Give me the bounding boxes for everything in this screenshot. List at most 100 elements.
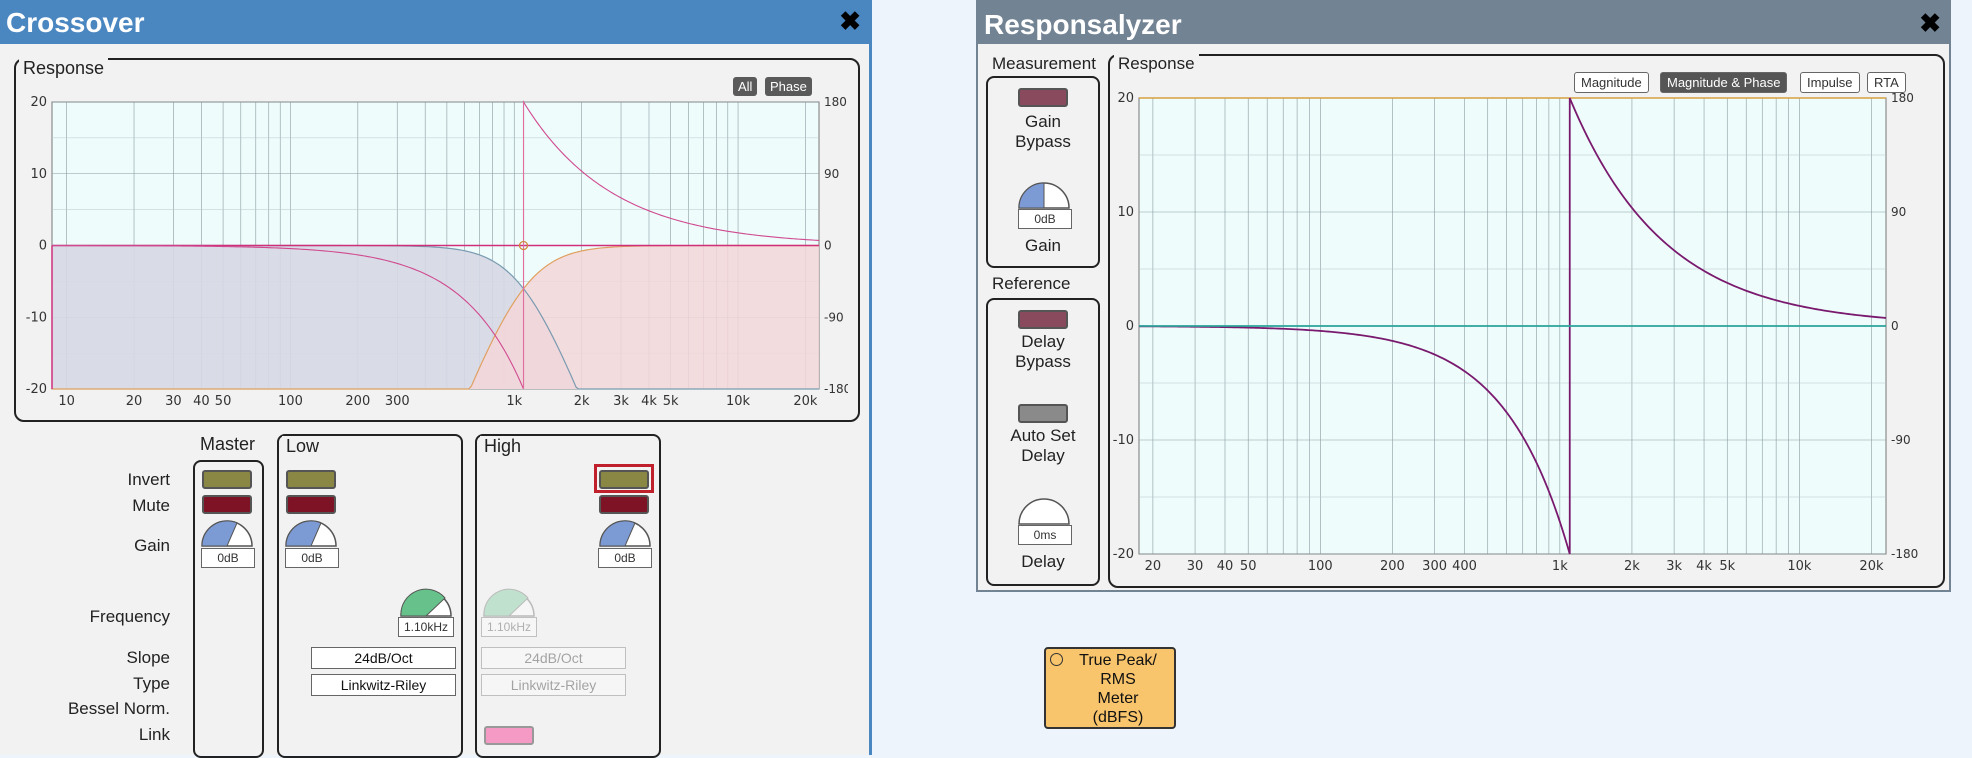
y-tick-label-right: 90 bbox=[1891, 205, 1906, 219]
gain-label: Gain bbox=[134, 536, 170, 555]
low-slope-select[interactable]: 24dB/Oct bbox=[311, 647, 456, 669]
x-tick-label: 40 bbox=[1217, 559, 1234, 574]
x-tick-label: 1k bbox=[1552, 559, 1568, 574]
crossover-title: Crossover bbox=[6, 7, 145, 38]
x-tick-label: 10 bbox=[58, 394, 75, 409]
y-tick-label-left: 10 bbox=[30, 167, 47, 182]
meter-port-icon[interactable] bbox=[1050, 653, 1063, 666]
master-mute-toggle[interactable] bbox=[202, 495, 252, 514]
low-mute-toggle[interactable] bbox=[286, 495, 336, 514]
high-frequency-knob[interactable] bbox=[481, 588, 537, 618]
close-icon[interactable]: ✖ bbox=[839, 8, 861, 34]
y-tick-label-left: -10 bbox=[26, 310, 47, 325]
responsalyzer-window: Responsalyzer ✖ Measurement Gain Bypass … bbox=[976, 0, 1951, 592]
high-gain-value: 0dB bbox=[598, 548, 652, 568]
master-label: Master bbox=[196, 434, 260, 455]
gain-bypass-label: Gain Bypass bbox=[1015, 112, 1071, 151]
y-tick-label-right: 90 bbox=[824, 167, 839, 181]
y-tick-label-left: -20 bbox=[1113, 547, 1134, 562]
true-peak-meter-block[interactable]: True Peak/ RMS Meter (dBFS) bbox=[1044, 647, 1176, 729]
low-frequency-value: 1.10kHz bbox=[398, 617, 454, 637]
x-tick-label: 2k bbox=[1624, 559, 1640, 574]
x-tick-label: 100 bbox=[278, 394, 303, 409]
high-mute-toggle[interactable] bbox=[599, 495, 649, 514]
low-gain-value: 0dB bbox=[285, 548, 339, 568]
y-tick-label-left: 20 bbox=[1117, 91, 1134, 106]
x-tick-label: 400 bbox=[1452, 559, 1477, 574]
invert-label: Invert bbox=[127, 470, 170, 489]
high-type-select[interactable]: Linkwitz-Riley bbox=[481, 674, 626, 696]
low-gain-knob[interactable] bbox=[283, 518, 339, 548]
low-frequency-knob[interactable] bbox=[398, 588, 454, 618]
x-tick-label: 20 bbox=[1145, 559, 1162, 574]
x-tick-label: 20k bbox=[1859, 559, 1884, 574]
x-tick-label: 30 bbox=[1187, 559, 1204, 574]
x-tick-label: 50 bbox=[215, 394, 232, 409]
responsalyzer-titlebar[interactable]: Responsalyzer ✖ bbox=[978, 2, 1949, 44]
high-frequency-value: 1.10kHz bbox=[481, 617, 537, 637]
high-invert-toggle[interactable] bbox=[599, 470, 649, 489]
x-tick-label: 3k bbox=[1666, 559, 1682, 574]
x-tick-label: 200 bbox=[1380, 559, 1405, 574]
high-slope-select[interactable]: 24dB/Oct bbox=[481, 647, 626, 669]
gain-knob[interactable] bbox=[1016, 180, 1072, 210]
delay-bypass-toggle[interactable] bbox=[1018, 310, 1068, 329]
close-icon[interactable]: ✖ bbox=[1919, 10, 1941, 36]
delay-bypass-label: Delay Bypass bbox=[1015, 332, 1071, 371]
low-label: Low bbox=[282, 436, 324, 457]
x-tick-label: 4k bbox=[1696, 559, 1712, 574]
responsalyzer-title: Responsalyzer bbox=[984, 9, 1182, 40]
high-link-toggle[interactable] bbox=[484, 726, 534, 745]
master-gain-value: 0dB bbox=[201, 548, 255, 568]
y-tick-label-right: 0 bbox=[1891, 319, 1899, 333]
low-type-select[interactable]: Linkwitz-Riley bbox=[311, 674, 456, 696]
gain-bypass-toggle[interactable] bbox=[1018, 88, 1068, 107]
responsalyzer-response-plot[interactable]: 20100-10-20180900-90-18020 30 40 50 100 200 30… bbox=[1111, 90, 1936, 580]
reference-tab: Reference bbox=[988, 274, 1075, 294]
master-invert-toggle[interactable] bbox=[202, 470, 252, 489]
master-gain-knob[interactable] bbox=[199, 518, 255, 548]
x-tick-label: 300 bbox=[385, 394, 410, 409]
low-invert-toggle[interactable] bbox=[286, 470, 336, 489]
x-tick-label: 10k bbox=[726, 394, 751, 409]
slope-label: Slope bbox=[126, 648, 170, 667]
type-label: Type bbox=[133, 674, 170, 693]
x-tick-label: 40 bbox=[193, 394, 210, 409]
mute-label: Mute bbox=[132, 496, 170, 515]
auto-set-delay-button[interactable] bbox=[1018, 404, 1068, 423]
x-tick-label: 30 bbox=[165, 394, 182, 409]
y-tick-label-right: 180 bbox=[1891, 91, 1914, 105]
x-tick-label: 50 bbox=[1240, 559, 1257, 574]
x-tick-label: 1k bbox=[506, 394, 522, 409]
y-tick-label-right: 0 bbox=[824, 239, 832, 253]
y-tick-label-right: -180 bbox=[1891, 547, 1918, 561]
meter-block-label: True Peak/ RMS Meter (dBFS) bbox=[1079, 652, 1157, 726]
y-tick-label-right: -90 bbox=[824, 310, 844, 324]
y-tick-label-left: 0 bbox=[1126, 319, 1134, 334]
crossover-titlebar[interactable]: Crossover ✖ bbox=[0, 0, 869, 44]
x-tick-label: 5k bbox=[663, 394, 679, 409]
x-tick-label: 300 bbox=[1422, 559, 1447, 574]
delay-label: Delay bbox=[1021, 552, 1065, 571]
measurement-tab: Measurement bbox=[988, 54, 1100, 74]
x-tick-label: 2k bbox=[574, 394, 590, 409]
x-tick-label: 200 bbox=[345, 394, 370, 409]
y-tick-label-right: -180 bbox=[824, 382, 848, 396]
gain-value: 0dB bbox=[1018, 209, 1072, 229]
x-tick-label: 100 bbox=[1308, 559, 1333, 574]
y-tick-label-left: 10 bbox=[1117, 205, 1134, 220]
responsalyzer-response-tab: Response bbox=[1114, 54, 1199, 74]
x-tick-label: 4k bbox=[641, 394, 657, 409]
delay-value: 0ms bbox=[1018, 525, 1072, 545]
y-tick-label-right: 180 bbox=[824, 95, 847, 109]
crossover-response-tab: Response bbox=[19, 58, 109, 79]
delay-knob[interactable] bbox=[1016, 496, 1072, 526]
crossover-window: Crossover ✖ Response All Phase 20 10 0 -10-… bbox=[0, 0, 872, 758]
x-tick-label: 5k bbox=[1719, 559, 1735, 574]
link-label: Link bbox=[138, 725, 170, 744]
crossover-response-plot[interactable]: 20100-10-20180900-90-18010 20 30 40 50 100 200… bbox=[18, 92, 848, 412]
y-tick-label-left: 20 bbox=[30, 95, 47, 110]
x-tick-label: 10k bbox=[1787, 559, 1812, 574]
high-gain-knob[interactable] bbox=[597, 518, 653, 548]
y-tick-label-left: 0 bbox=[39, 239, 47, 254]
